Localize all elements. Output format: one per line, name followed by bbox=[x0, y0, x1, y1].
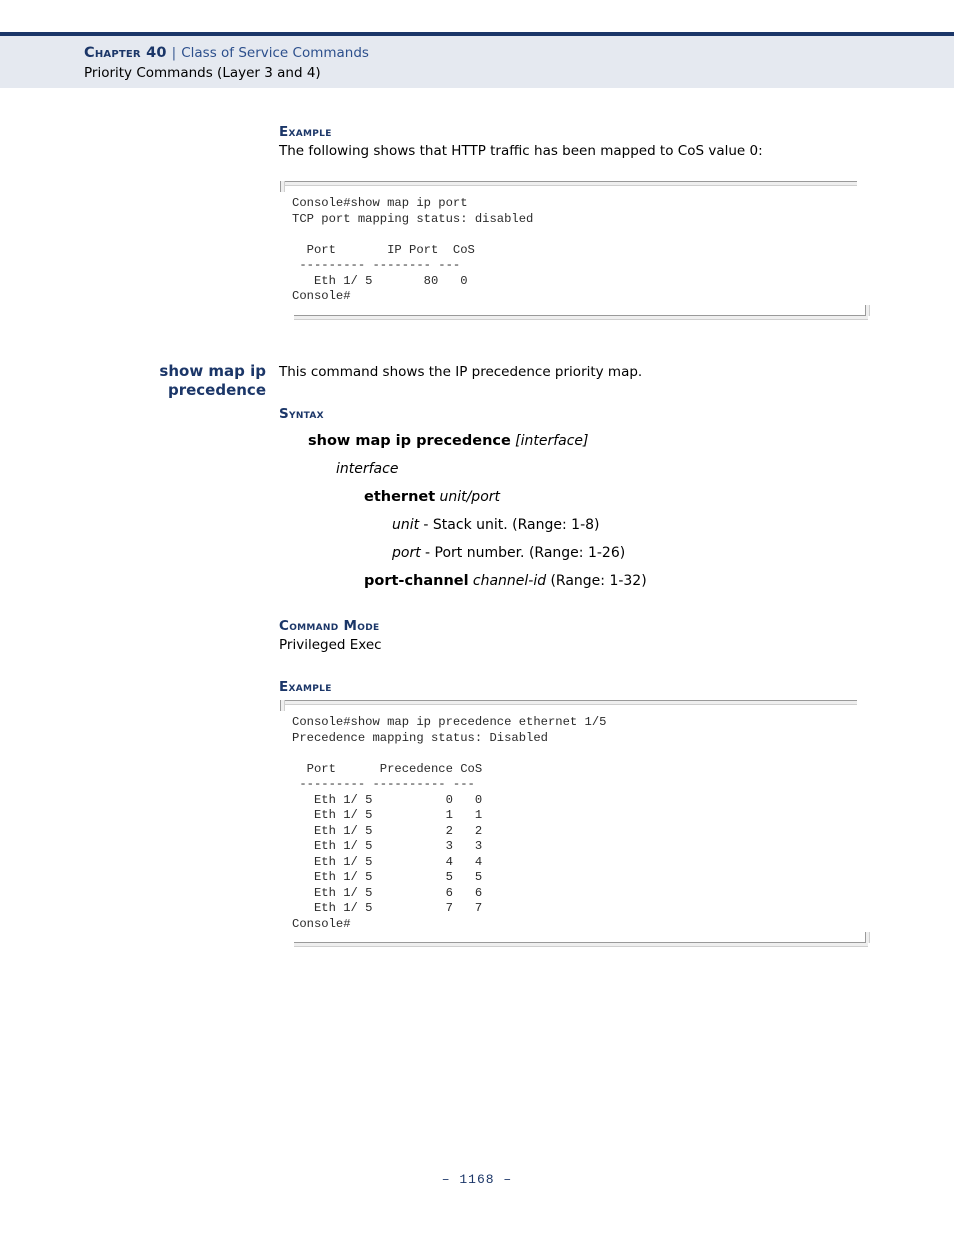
code-frame-top-left-tick bbox=[280, 181, 285, 192]
code-frame-top-rule-2 bbox=[272, 699, 872, 711]
syntax-port-channel-line: port-channel channel-id (Range: 1-32) bbox=[364, 572, 899, 591]
syntax-unit-description: - Stack unit. (Range: 1-8) bbox=[423, 517, 600, 533]
example-2-code-text: Console#show map ip precedence ethernet … bbox=[292, 715, 607, 931]
code-frame-top-bar-2 bbox=[280, 700, 857, 705]
command-name-line-1: show map ip bbox=[159, 362, 266, 380]
example-1-label: Example bbox=[279, 124, 332, 140]
example-2-label: Example bbox=[279, 679, 332, 695]
code-frame-bottom-rule bbox=[272, 304, 872, 320]
page-running-header: Chapter 40 | Class of Service Commands Pri… bbox=[0, 32, 954, 88]
code-frame-top-rule bbox=[272, 180, 872, 192]
syntax-ethernet-args: unit/port bbox=[439, 489, 501, 505]
example-2-code-body: Console#show map ip precedence ethernet … bbox=[272, 705, 872, 938]
syntax-label: Syntax bbox=[279, 406, 324, 422]
example-1-code-body: Console#show map ip port TCP port mappin… bbox=[272, 186, 872, 311]
page-number: – 1168 – bbox=[441, 1172, 513, 1187]
syntax-port-description: - Port number. (Range: 1-26) bbox=[425, 545, 626, 561]
syntax-arg-interface: interface bbox=[336, 461, 399, 477]
syntax-ethernet-keyword: ethernet bbox=[364, 489, 436, 505]
command-name-heading: show map ip precedence bbox=[60, 362, 266, 400]
command-name-line-2: precedence bbox=[167, 381, 266, 399]
syntax-command-name: show map ip precedence bbox=[308, 433, 511, 449]
syntax-port-line: port - Port number. (Range: 1-26) bbox=[392, 544, 899, 563]
code-frame-bottom-right-tick bbox=[865, 304, 870, 316]
syntax-block: show map ip precedence [interface] inter… bbox=[279, 432, 899, 591]
chapter-label: Chapter 40 bbox=[84, 45, 167, 61]
syntax-optional-interface: [interface] bbox=[515, 433, 589, 449]
syntax-port-channel-range: (Range: 1-32) bbox=[550, 573, 647, 589]
command-mode-label: Command Mode bbox=[279, 618, 380, 634]
example-1-description: The following shows that HTTP traffic ha… bbox=[279, 143, 763, 159]
code-frame-bottom-bar-2 bbox=[294, 942, 868, 947]
code-frame-bottom-right-tick-2 bbox=[865, 932, 870, 943]
chapter-title: Class of Service Commands bbox=[181, 45, 369, 61]
page-footer: – 1168 – bbox=[0, 1172, 954, 1187]
syntax-port-param: port bbox=[392, 545, 421, 561]
code-frame-top-left-tick-2 bbox=[280, 700, 285, 711]
code-frame-bottom-bar bbox=[294, 314, 868, 320]
code-frame-top-bar bbox=[280, 181, 857, 186]
header-breadcrumb: Chapter 40 | Class of Service Commands bbox=[84, 45, 369, 61]
syntax-port-channel-arg: channel-id bbox=[472, 573, 547, 589]
syntax-command-line: show map ip precedence [interface] bbox=[308, 432, 899, 451]
command-description: This command shows the IP precedence pri… bbox=[279, 364, 643, 380]
syntax-port-channel-keyword: port-channel bbox=[364, 573, 469, 589]
command-mode-value: Privileged Exec bbox=[279, 637, 382, 653]
breadcrumb-separator: | bbox=[171, 45, 177, 61]
syntax-ethernet-line: ethernet unit/port bbox=[364, 488, 899, 507]
header-section-title: Priority Commands (Layer 3 and 4) bbox=[84, 65, 321, 81]
syntax-unit-line: unit - Stack unit. (Range: 1-8) bbox=[392, 516, 899, 535]
example-1-code-text: Console#show map ip port TCP port mappin… bbox=[292, 196, 534, 303]
syntax-unit-param: unit bbox=[392, 517, 420, 533]
code-frame-bottom-rule-2 bbox=[272, 932, 872, 947]
example-2-code-block: Console#show map ip precedence ethernet … bbox=[272, 699, 872, 947]
example-1-code-block: Console#show map ip port TCP port mappin… bbox=[272, 180, 872, 320]
